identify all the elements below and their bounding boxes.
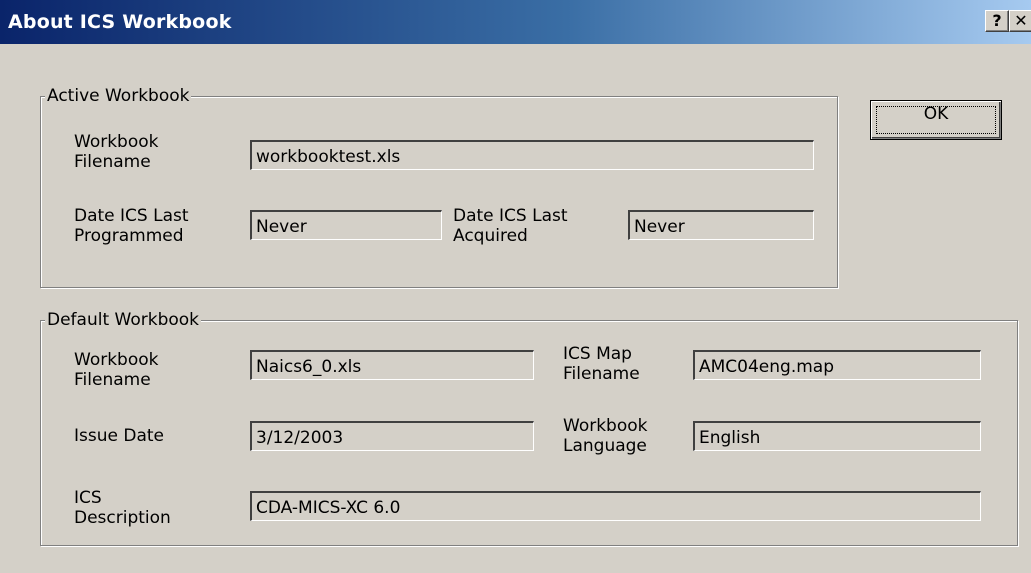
default-filename-field: Naics6_0.xls	[250, 350, 534, 380]
help-icon: ?	[992, 11, 1002, 30]
window-title: About ICS Workbook	[8, 11, 232, 33]
description-field: CDA-MICS-XC 6.0	[250, 491, 981, 521]
active-filename-field: workbooktest.xls	[250, 140, 814, 170]
programmed-date-field: Never	[250, 210, 442, 240]
title-bar: About ICS Workbook ? ✕	[0, 0, 1031, 44]
issue-date-label: Issue Date	[74, 426, 164, 446]
acquired-date-field: Never	[628, 210, 814, 240]
description-label: ICS Description	[74, 488, 171, 528]
active-filename-label: Workbook Filename	[74, 132, 159, 172]
programmed-date-label: Date ICS Last Programmed	[74, 206, 189, 246]
default-filename-label: Workbook Filename	[74, 350, 159, 390]
close-icon: ✕	[1014, 11, 1028, 30]
ok-button[interactable]: OK	[870, 100, 1002, 140]
ok-button-label: OK	[923, 104, 949, 124]
help-button[interactable]: ?	[985, 10, 1009, 32]
map-filename-field: AMC04eng.map	[693, 350, 981, 380]
map-filename-label: ICS Map Filename	[563, 344, 640, 384]
default-workbook-legend: Default Workbook	[45, 310, 202, 330]
language-field: English	[693, 421, 981, 451]
active-workbook-group: Active Workbook	[40, 86, 838, 288]
active-workbook-legend: Active Workbook	[45, 86, 192, 106]
language-label: Workbook Language	[563, 416, 648, 456]
acquired-date-label: Date ICS Last Acquired	[453, 206, 568, 246]
issue-date-field: 3/12/2003	[250, 421, 534, 451]
close-button[interactable]: ✕	[1009, 10, 1031, 32]
